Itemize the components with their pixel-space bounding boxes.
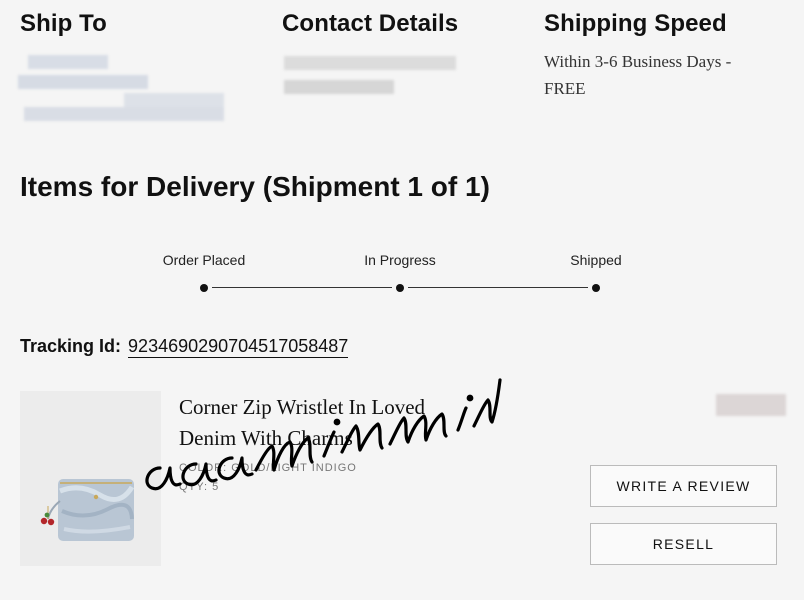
ship-to-title: Ship To: [20, 10, 107, 37]
tracking-label: Tracking Id:: [20, 336, 122, 356]
contact-section: Contact Details: [282, 10, 458, 38]
progress-dot-order-placed: [200, 284, 208, 292]
progress-line-2: [408, 287, 588, 288]
resell-button[interactable]: RESELL: [590, 523, 777, 565]
progress-dot-in-progress: [396, 284, 404, 292]
ship-to-section: Ship To: [20, 10, 107, 38]
step-label-order-placed: Order Placed: [162, 252, 246, 268]
step-label-shipped: Shipped: [570, 252, 622, 268]
write-review-button[interactable]: WRITE A REVIEW: [590, 465, 777, 507]
shipping-speed-title: Shipping Speed: [544, 10, 727, 37]
contact-details-redacted: [280, 50, 460, 98]
shipping-speed-section: Shipping Speed Within 3-6 Business Days …: [544, 10, 754, 102]
progress-line-1: [212, 287, 392, 288]
price-redacted: [716, 394, 786, 420]
progress-dot-shipped: [592, 284, 600, 292]
tracking-row: Tracking Id: 9234690290704517058487: [20, 336, 349, 358]
handwritten-watermark: [145, 378, 502, 491]
contact-title: Contact Details: [282, 10, 459, 37]
ship-to-address-redacted: [14, 45, 234, 125]
shipping-speed-value: Within 3-6 Business Days - FREE: [544, 52, 732, 98]
step-label-in-progress: In Progress: [364, 252, 436, 268]
page-title: Items for Delivery (Shipment 1 of 1): [20, 171, 490, 202]
tracking-id-link[interactable]: 9234690290704517058487: [128, 336, 349, 358]
